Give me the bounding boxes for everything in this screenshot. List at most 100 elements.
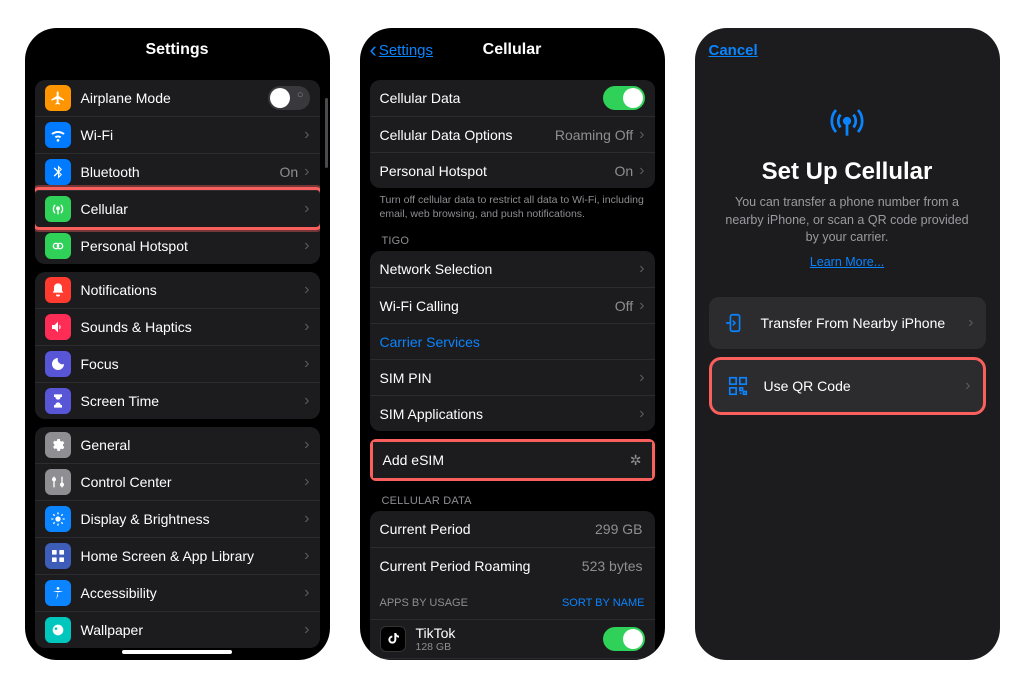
hotspot-label: Personal Hotspot xyxy=(380,163,615,179)
chevron-right-icon: › xyxy=(639,126,644,144)
row-general[interactable]: General › xyxy=(35,427,320,463)
chevron-right-icon: › xyxy=(304,355,309,373)
chevron-right-icon: › xyxy=(304,163,309,181)
tiktok-toggle[interactable] xyxy=(603,627,645,651)
row-network-selection[interactable]: Network Selection › xyxy=(370,251,655,287)
wifi-icon xyxy=(45,122,71,148)
general-icon xyxy=(45,432,71,458)
settings-group-general: General › Control Center › Display & Bri… xyxy=(35,427,320,648)
chevron-right-icon: › xyxy=(304,237,309,255)
row-wifi-calling[interactable]: Wi-Fi Calling Off › xyxy=(370,287,655,323)
screentime-label: Screen Time xyxy=(81,393,301,409)
chevron-right-icon: › xyxy=(304,584,309,602)
qr-code-icon xyxy=(724,372,752,400)
controlcenter-label: Control Center xyxy=(81,474,301,490)
notifications-label: Notifications xyxy=(81,282,301,298)
settings-group-connectivity: Airplane Mode ○ Wi-Fi › Bluetooth On › C… xyxy=(35,80,320,264)
row-focus[interactable]: Focus › xyxy=(35,345,320,382)
row-sim-applications[interactable]: SIM Applications › xyxy=(370,395,655,431)
focus-label: Focus xyxy=(81,356,301,372)
homescreen-label: Home Screen & App Library xyxy=(81,548,301,564)
chevron-right-icon: › xyxy=(304,473,309,491)
wifi-calling-value: Off xyxy=(615,298,633,314)
cellular-icon xyxy=(45,196,71,222)
sounds-label: Sounds & Haptics xyxy=(81,319,301,335)
option-use-qr-code[interactable]: Use QR Code › xyxy=(709,357,986,415)
chevron-right-icon: › xyxy=(304,318,309,336)
row-bluetooth[interactable]: Bluetooth On › xyxy=(35,153,320,190)
airplane-icon xyxy=(45,85,71,111)
section-tigo: TIGO xyxy=(360,221,665,251)
notifications-icon xyxy=(45,277,71,303)
option-transfer-nearby[interactable]: Transfer From Nearby iPhone › xyxy=(709,297,986,349)
hotspot-label: Personal Hotspot xyxy=(81,238,301,254)
row-hotspot[interactable]: Personal Hotspot On › xyxy=(370,152,655,188)
row-cellular[interactable]: Cellular › xyxy=(35,190,320,227)
chevron-right-icon: › xyxy=(304,436,309,454)
focus-icon xyxy=(45,351,71,377)
cancel-label: Cancel xyxy=(709,42,758,59)
settings-group-notifications: Notifications › Sounds & Haptics › Focus… xyxy=(35,272,320,419)
chevron-right-icon: › xyxy=(304,621,309,639)
cellular-data-label: Cellular Data xyxy=(380,90,603,106)
group-data-usage: Current Period 299 GB Current Period Roa… xyxy=(370,511,655,660)
current-period-label: Current Period xyxy=(380,521,596,537)
header: Cancel xyxy=(695,28,1000,72)
cellular-data-toggle[interactable] xyxy=(603,86,645,110)
chevron-right-icon: › xyxy=(304,547,309,565)
chevron-right-icon: › xyxy=(304,392,309,410)
network-selection-label: Network Selection xyxy=(380,261,636,277)
accessibility-label: Accessibility xyxy=(81,585,301,601)
wifi-calling-label: Wi-Fi Calling xyxy=(380,298,615,314)
transfer-icon xyxy=(721,309,749,337)
row-airplane-mode[interactable]: Airplane Mode ○ xyxy=(35,80,320,116)
row-wallpaper[interactable]: Wallpaper › xyxy=(35,611,320,648)
row-control-center[interactable]: Control Center › xyxy=(35,463,320,500)
learn-more-link[interactable]: Learn More... xyxy=(695,255,1000,269)
chevron-right-icon: › xyxy=(639,405,644,423)
row-display[interactable]: Display & Brightness › xyxy=(35,500,320,537)
airplane-label: Airplane Mode xyxy=(81,90,268,106)
back-button[interactable]: ‹ Settings xyxy=(370,28,434,72)
transfer-label: Transfer From Nearby iPhone xyxy=(761,315,969,331)
row-personal-hotspot[interactable]: Personal Hotspot › xyxy=(35,227,320,264)
bluetooth-icon xyxy=(45,159,71,185)
row-app-tiktok[interactable]: TikTok 128 GB xyxy=(370,619,655,658)
row-accessibility[interactable]: Accessibility › xyxy=(35,574,320,611)
cellular-screen: ‹ Settings Cellular Cellular Data Cellul… xyxy=(360,28,665,660)
row-add-esim[interactable]: Add eSIM ✲ xyxy=(373,442,652,478)
row-wifi[interactable]: Wi-Fi › xyxy=(35,116,320,153)
row-screen-time[interactable]: Screen Time › xyxy=(35,382,320,419)
cellular-label: Cellular xyxy=(81,201,301,217)
home-indicator[interactable] xyxy=(122,650,232,654)
row-notifications[interactable]: Notifications › xyxy=(35,272,320,308)
airplane-toggle[interactable]: ○ xyxy=(268,86,310,110)
row-cellular-options[interactable]: Cellular Data Options Roaming Off › xyxy=(370,116,655,152)
setup-cellular-screen: Cancel Set Up Cellular You can transfer … xyxy=(695,28,1000,660)
chevron-right-icon: › xyxy=(639,297,644,315)
cancel-button[interactable]: Cancel xyxy=(709,28,758,72)
wifi-label: Wi-Fi xyxy=(81,127,301,143)
row-sim-pin[interactable]: SIM PIN › xyxy=(370,359,655,395)
chevron-right-icon: › xyxy=(639,369,644,387)
sort-button[interactable]: SORT BY NAME xyxy=(562,597,645,609)
hotspot-value: On xyxy=(614,163,633,179)
row-sounds[interactable]: Sounds & Haptics › xyxy=(35,308,320,345)
section-cellular-data: CELLULAR DATA xyxy=(360,481,665,511)
highlight-add-esim: Add eSIM ✲ xyxy=(370,439,655,481)
chevron-right-icon: › xyxy=(304,200,309,218)
header: Settings xyxy=(25,28,330,72)
roaming-value: 523 bytes xyxy=(582,558,643,574)
row-carrier-services[interactable]: Carrier Services xyxy=(370,323,655,359)
controlcenter-icon xyxy=(45,469,71,495)
bluetooth-label: Bluetooth xyxy=(81,164,280,180)
row-app-instagram[interactable]: Instagram xyxy=(370,658,655,660)
page-title: Settings xyxy=(145,41,208,59)
group-cellular-data: Cellular Data Cellular Data Options Roam… xyxy=(370,80,655,188)
settings-screen: Settings Airplane Mode ○ Wi-Fi › Bluetoo… xyxy=(25,28,330,660)
row-cellular-data[interactable]: Cellular Data xyxy=(370,80,655,116)
scroll-indicator[interactable] xyxy=(325,98,328,168)
back-label: Settings xyxy=(379,42,433,59)
display-label: Display & Brightness xyxy=(81,511,301,527)
row-homescreen[interactable]: Home Screen & App Library › xyxy=(35,537,320,574)
